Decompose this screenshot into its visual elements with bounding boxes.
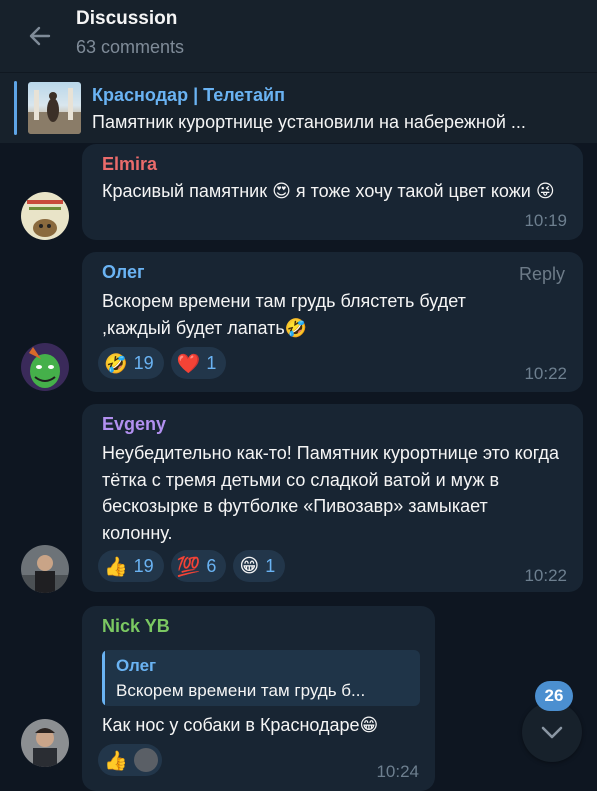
comment-text: Неубедительно как-то! Памятник курортниц…: [102, 443, 560, 543]
reaction-count: 19: [133, 555, 154, 576]
avatar[interactable]: [21, 719, 69, 767]
comment-bubble: Elmira Красивый памятник 😍 я тоже хочу т…: [82, 144, 583, 240]
arrow-left-icon: [29, 26, 51, 46]
thumbs-up-emoji-icon: 👍: [104, 749, 128, 772]
comment-bubble: Nick YB Олег Вскорем времени там грудь б…: [82, 606, 435, 791]
back-button[interactable]: [22, 18, 58, 54]
quote-accent-bar: [102, 650, 105, 706]
comment-time: 10:22: [524, 364, 567, 383]
reaction-count: 1: [265, 555, 276, 576]
grin-emoji-icon: 😁: [239, 555, 260, 577]
scroll-down-button[interactable]: [522, 702, 582, 762]
reaction-count: 6: [206, 555, 217, 576]
pinned-post-text: Памятник курортнице установили на набере…: [92, 112, 526, 132]
heart-emoji-icon: ❤️: [176, 352, 201, 375]
rofl-emoji-icon: 🤣: [104, 352, 128, 375]
comment-time: 10:24: [376, 762, 419, 781]
comment-time: 10:22: [524, 566, 567, 585]
comment-author[interactable]: Олег: [102, 262, 144, 283]
comment-count: 63 comments: [76, 37, 185, 57]
avatar[interactable]: [21, 192, 69, 240]
chat-title: Discussion: [76, 8, 178, 29]
reply-quote[interactable]: Олег Вскорем времени там грудь б...: [102, 650, 420, 706]
comment-time: 10:19: [524, 211, 567, 230]
hundred-points-emoji-icon: 💯: [176, 555, 201, 578]
pinned-channel-name: Краснодар | Телетайп: [92, 85, 285, 105]
reactions-row: 🤣 19 ❤️ 1: [98, 347, 227, 379]
chat-header: Discussion 63 comments: [0, 0, 597, 72]
avatar[interactable]: [21, 545, 69, 593]
comment-author[interactable]: Evgeny: [102, 414, 166, 435]
reaction-heart[interactable]: ❤️ 1: [170, 347, 227, 379]
comment-text: Как нос у собаки в Краснодаре😁: [102, 715, 379, 735]
reactor-avatar: [133, 748, 158, 772]
quote-author: Олег: [116, 656, 157, 675]
reaction-count: 1: [206, 352, 217, 373]
reactions-row: 👍: [98, 744, 162, 776]
reply-button[interactable]: Reply: [519, 264, 565, 285]
pinned-accent-bar: [14, 81, 17, 135]
avatar[interactable]: [21, 343, 69, 391]
quote-text: Вскорем времени там грудь б...: [116, 681, 366, 700]
reaction-thumbs-up[interactable]: 👍 19: [98, 550, 164, 582]
unread-count-badge: 26: [535, 681, 573, 711]
reaction-thumbs-up[interactable]: 👍: [98, 744, 162, 776]
reaction-rofl[interactable]: 🤣 19: [98, 347, 164, 379]
chevron-down-icon: [541, 726, 563, 739]
reaction-hundred[interactable]: 💯 6: [170, 550, 227, 582]
pinned-post-thumbnail: [28, 82, 81, 134]
reactions-row: 👍 19 💯 6 😁 1: [98, 550, 286, 582]
pinned-post[interactable]: Краснодар | Телетайп Памятник курортнице…: [0, 72, 597, 143]
thumbs-up-emoji-icon: 👍: [104, 555, 128, 578]
reaction-count: 19: [133, 352, 154, 373]
reaction-grin[interactable]: 😁 1: [233, 550, 286, 582]
comment-bubble: Олег Reply Вскорем времени там грудь бля…: [82, 252, 583, 392]
comment-bubble: Evgeny Неубедительно как-то! Памятник ку…: [82, 404, 583, 592]
comment-author[interactable]: Elmira: [102, 154, 157, 175]
comment-author[interactable]: Nick YB: [102, 616, 170, 637]
comment-text: Красивый памятник 😍 я тоже хочу такой цв…: [102, 181, 555, 201]
comment-text: Вскорем времени там грудь блястеть будет…: [102, 291, 466, 338]
